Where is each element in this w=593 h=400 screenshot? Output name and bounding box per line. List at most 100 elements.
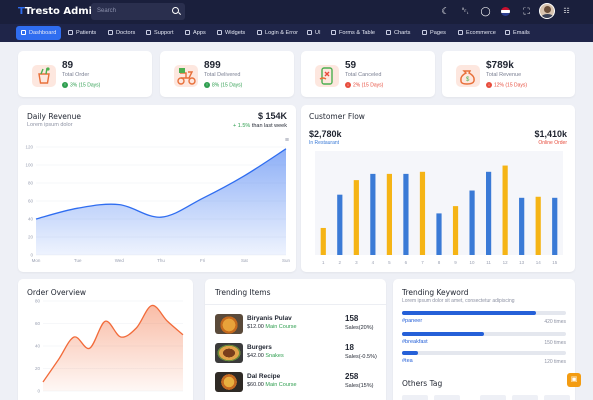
total-revenue-label: Total Revenue <box>486 72 522 78</box>
trending-items-card: Trending Items Biryanis Pulav $12.00 Mai… <box>205 279 386 400</box>
customer-flow-chart: 1 2 3 4 5 6 7 8 9 10 11 12 13 14 15 <box>315 151 563 265</box>
item-count: 158 <box>345 314 359 323</box>
total-order-value: 89 <box>62 60 74 71</box>
x-tick-label: Mon <box>32 258 41 263</box>
arrow-up-icon: ↑ <box>62 82 68 88</box>
app-logo[interactable]: ΤTresto Admin <box>18 6 99 17</box>
settings-fab-icon[interactable]: ▣ <box>567 373 581 387</box>
avatar[interactable] <box>539 3 555 19</box>
moon-icon[interactable]: ☾ <box>440 6 451 17</box>
tag-chip[interactable] <box>402 395 428 400</box>
trending-keyword-title: Trending Keyword <box>402 288 469 297</box>
search-icon[interactable] <box>172 7 179 14</box>
arrow-up-icon: ↑ <box>204 82 210 88</box>
ui-icon <box>307 30 312 36</box>
keyword-row[interactable]: #breakfast 150 times <box>402 332 566 348</box>
flag-icon[interactable] <box>501 7 510 16</box>
item-price-line: $12.00 Main Course <box>247 324 297 330</box>
bar-in-restaurant <box>370 173 376 255</box>
order-overview-chart: 0 20 40 60 80 <box>35 299 184 394</box>
y-tick-label: 80 <box>35 299 41 304</box>
trending-keyword-card: Trending Keyword Lorem ipsum dolor sit a… <box>393 279 575 400</box>
nav-ui[interactable]: UI <box>307 26 321 40</box>
nav-login-error[interactable]: Login & Error <box>257 26 298 40</box>
nav-emails[interactable]: Emails <box>505 26 530 40</box>
nav-doctors[interactable]: Doctors <box>108 26 135 40</box>
tag-chip[interactable] <box>512 395 538 400</box>
delivery-scooter-icon <box>174 65 198 87</box>
nav-pages[interactable]: Pages <box>422 26 446 40</box>
apps-nav-icon <box>185 30 190 36</box>
nav-apps[interactable]: Apps <box>185 26 206 40</box>
list-item[interactable]: Dal Recipe $60.00 Main Course 258 Sales(… <box>215 372 373 394</box>
x-tick-label: Tue <box>74 258 82 263</box>
bar-in-restaurant <box>337 194 343 255</box>
tag-chip[interactable] <box>480 395 506 400</box>
y-tick-label: 0 <box>30 253 33 258</box>
nav-forms-table[interactable]: Forms & Table <box>331 26 375 40</box>
keyword-bar-fill <box>402 351 419 355</box>
search-placeholder: Search <box>97 8 117 14</box>
list-item[interactable]: Biryanis Pulav $12.00 Main Course 158 Sa… <box>215 314 373 336</box>
keyword-bar <box>402 332 566 336</box>
daily-revenue-card: Daily Revenue Lorem ipsum dolor $ 154K +… <box>18 105 296 272</box>
x-tick-label: Wed <box>115 258 125 263</box>
pages-icon <box>422 30 427 36</box>
top-bar: ΤTresto Admin Search ☾ ␇ ◯ ⛶ ☷ <box>0 0 593 24</box>
x-tick-label: 14 <box>536 260 542 265</box>
bar-online-order <box>320 227 326 255</box>
trending-items-title: Trending Items <box>215 288 271 297</box>
nav-support[interactable]: Support <box>146 26 174 40</box>
lock-icon <box>257 30 262 36</box>
keyword-tag: #paneer <box>402 318 423 324</box>
tag-chip[interactable] <box>434 395 460 400</box>
x-tick-label: 10 <box>470 260 476 265</box>
keyword-count: 420 times <box>544 319 566 325</box>
bar-in-restaurant <box>403 173 409 255</box>
nav-dashboard[interactable]: Dashboard <box>16 26 62 40</box>
y-tick-label: 100 <box>25 163 33 168</box>
item-price-line: $60.00 Main Course <box>247 382 297 388</box>
chat-icon[interactable]: ◯ <box>480 6 491 17</box>
forms-icon <box>331 30 336 36</box>
keyword-row[interactable]: #tea 120 times <box>402 351 566 367</box>
x-tick-label: 1 <box>322 260 325 265</box>
keyword-row[interactable]: #paneer 420 times <box>402 311 566 327</box>
nav-ecommerce[interactable]: Ecommerce <box>458 26 496 40</box>
nav-charts[interactable]: Charts <box>386 26 410 40</box>
money-bag-icon: $ <box>456 65 480 87</box>
item-count: 18 <box>345 343 354 352</box>
list-item[interactable]: Burgers $42.00 Snakes 18 Sales(-0.5%) <box>215 343 377 365</box>
item-name: Biryanis Pulav <box>247 315 292 322</box>
keyword-bar <box>402 311 566 315</box>
bar-in-restaurant <box>552 197 558 255</box>
burger-thumbnail <box>215 343 243 363</box>
fullscreen-icon[interactable]: ⛶ <box>521 6 532 17</box>
tag-chip[interactable] <box>544 395 570 400</box>
keyword-tag: #breakfast <box>402 339 428 345</box>
search-input[interactable]: Search <box>91 3 185 20</box>
logo-text: Tresto Admin <box>24 6 100 17</box>
bar-online-order <box>452 206 459 255</box>
item-sales: Sales(-0.5%) <box>345 354 377 360</box>
bar-online-order <box>502 165 508 255</box>
doctors-icon <box>108 30 113 36</box>
x-tick-label: 4 <box>372 260 375 265</box>
y-tick-label: 0 <box>37 389 40 394</box>
stat-card-total-order: 89 Total Order ↑ 3% (15 Days) <box>18 51 152 97</box>
item-count: 258 <box>345 372 359 381</box>
nav-patients[interactable]: Patients <box>68 26 96 40</box>
biryani-thumbnail <box>215 314 243 334</box>
y-tick-label: 20 <box>35 366 41 371</box>
nav-widgets[interactable]: Widgets <box>217 26 245 40</box>
bar-online-order <box>353 180 359 255</box>
bell-icon[interactable]: ␇ <box>460 6 471 17</box>
y-tick-label: 120 <box>25 145 33 150</box>
logo-mark-icon: Τ <box>18 6 25 17</box>
x-tick-label: 3 <box>355 260 358 265</box>
keyword-count: 150 times <box>544 340 566 346</box>
apps-icon[interactable]: ☷ <box>561 6 572 17</box>
total-revenue-value: $789k <box>486 60 514 71</box>
y-tick-label: 40 <box>35 344 41 349</box>
keyword-tag: #tea <box>402 358 413 364</box>
